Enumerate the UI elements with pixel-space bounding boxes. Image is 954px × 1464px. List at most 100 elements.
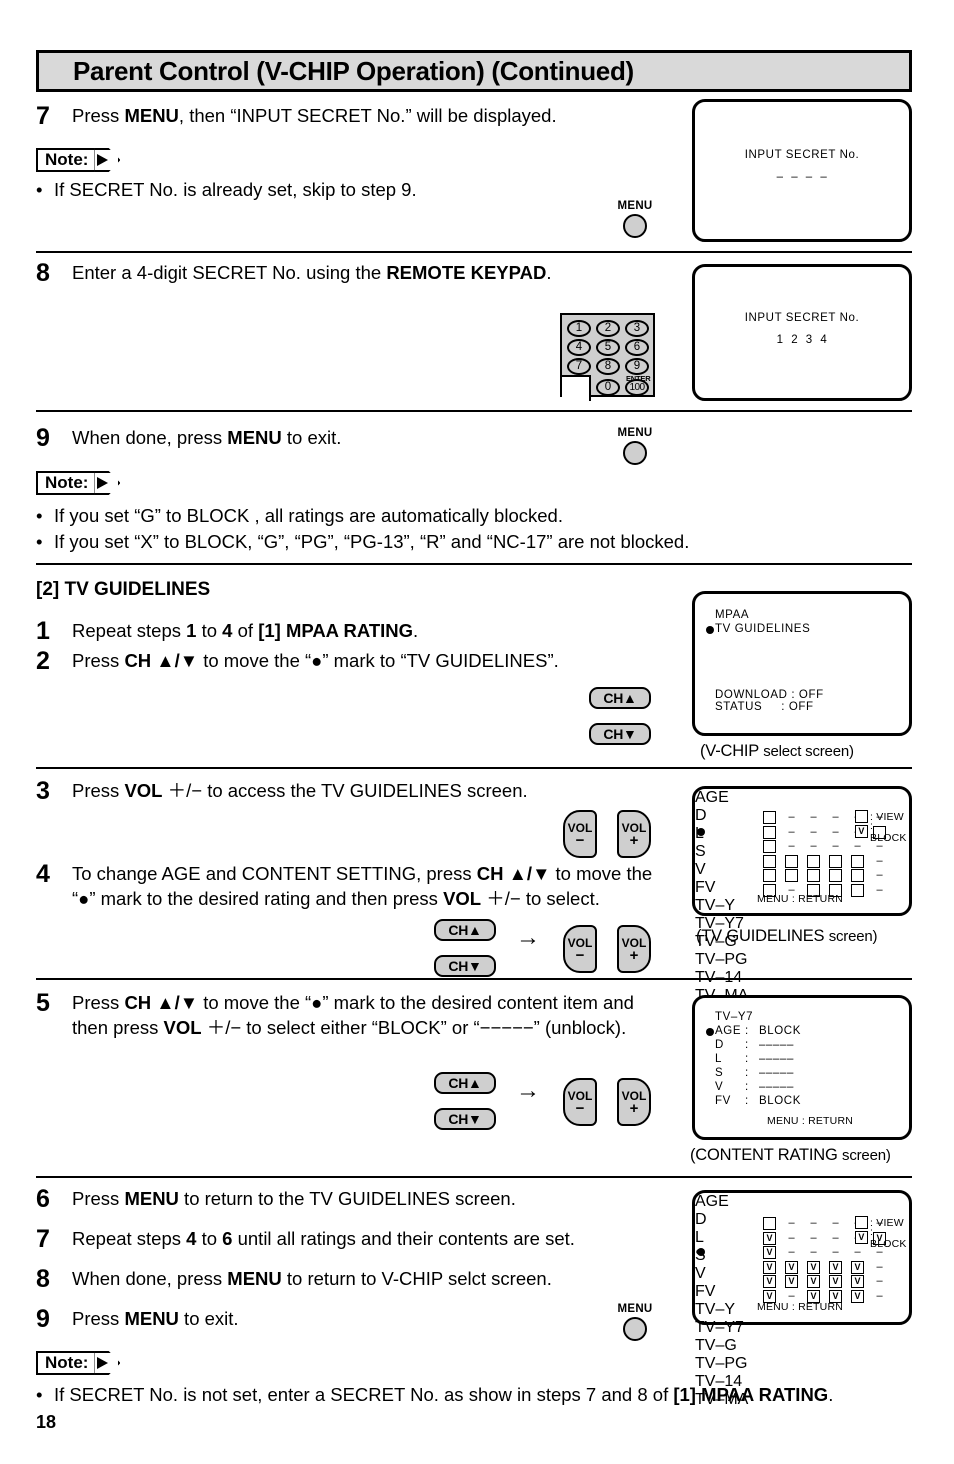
note-arrow-icon	[94, 148, 121, 172]
grid-cell-box[interactable]	[807, 854, 820, 868]
grid-cell-box[interactable]: V	[829, 1260, 842, 1274]
grid-cell-box[interactable]: V	[807, 1275, 820, 1288]
grid-cell-dash[interactable]: –	[785, 1246, 798, 1259]
grid-cell-box[interactable]	[851, 854, 864, 868]
grid-cell-dash[interactable]: –	[829, 826, 842, 839]
grid-cell-box[interactable]	[763, 840, 776, 853]
content-item-value: –––––	[759, 1053, 794, 1065]
selection-dot-icon	[706, 1028, 714, 1036]
grid-cell-box[interactable]: V	[763, 1246, 776, 1259]
menu-button-circle-icon	[623, 1317, 647, 1341]
arrow-right-icon-1: →	[516, 924, 540, 951]
grid-cell-dash[interactable]: –	[807, 811, 820, 824]
vol-plus-button-1[interactable]: VOL +	[617, 810, 651, 858]
grid-cell-dash[interactable]: –	[807, 826, 820, 839]
grid-cell-dash[interactable]: –	[829, 1232, 842, 1245]
keypad-key-4[interactable]: 4	[567, 339, 591, 356]
grid-legend: : VIEW V: BLOCK	[855, 809, 909, 844]
keypad-key-9[interactable]: 9	[625, 358, 649, 375]
step-text: Repeat steps 1 to 4 of [1] MPAA RATING.	[72, 620, 419, 641]
osd-menu-return: MENU : RETURN	[757, 893, 844, 905]
grid-cell-box[interactable]: V	[763, 1231, 776, 1245]
grid-cell-box[interactable]: V	[763, 1275, 776, 1288]
grid-cell-box[interactable]	[785, 869, 798, 882]
remote-keypad[interactable]: 1 2 3 4 5 6 7 8 9 ENTER 0 100	[560, 313, 655, 401]
grid-cell-dash[interactable]: –	[807, 1232, 820, 1245]
keypad-key-7[interactable]: 7	[567, 358, 591, 375]
divider	[36, 1176, 912, 1178]
grid-cell-dash[interactable]: –	[851, 1246, 864, 1259]
grid-cell-dash[interactable]: –	[873, 1290, 886, 1303]
grid-cell-dash[interactable]: –	[785, 840, 798, 853]
ch-up-button-2[interactable]: CH▲	[434, 919, 496, 941]
grid-cell-box[interactable]	[851, 883, 864, 897]
grid-cell-box[interactable]: V	[785, 1260, 798, 1274]
keypad-key-2[interactable]: 2	[596, 320, 620, 337]
vol-plus-button-3[interactable]: VOL +	[617, 1078, 651, 1126]
grid-cell-box[interactable]	[785, 854, 798, 868]
grid-cell-dash[interactable]: –	[873, 1275, 886, 1288]
grid-cell-box[interactable]	[829, 869, 842, 882]
grid-cell-dash[interactable]: –	[873, 1261, 886, 1274]
grid-cell-box[interactable]: V	[851, 1275, 864, 1288]
grid-cell-box[interactable]: V	[851, 1260, 864, 1274]
divider	[36, 978, 912, 980]
grid-cell-dash[interactable]: –	[829, 1217, 842, 1230]
grid-cell-dash[interactable]: –	[829, 840, 842, 853]
keypad-key-5[interactable]: 5	[596, 339, 620, 356]
grid-cell-box[interactable]: V	[785, 1275, 798, 1288]
menu-button-1[interactable]: MENU	[605, 200, 665, 238]
grid-cell-box[interactable]	[763, 825, 776, 839]
grid-row-label: TV–PG	[695, 951, 748, 968]
grid-cell-dash[interactable]: –	[873, 884, 886, 897]
content-item-separator: :	[745, 1067, 749, 1079]
grid-cell-box[interactable]: V	[851, 1289, 864, 1303]
grid-cell-dash[interactable]: –	[829, 811, 842, 824]
keypad-key-100-enter[interactable]: 100	[625, 379, 649, 396]
grid-cell-box[interactable]: V	[829, 1275, 842, 1288]
grid-cell-dash[interactable]: –	[873, 855, 886, 868]
vol-minus-button-1[interactable]: VOL −	[563, 810, 597, 858]
content-item-separator: :	[745, 1025, 749, 1037]
menu-button-2[interactable]: MENU	[605, 427, 665, 465]
grid-cell-box[interactable]	[763, 1217, 776, 1230]
grid-cell-dash[interactable]: –	[785, 1232, 798, 1245]
bullet-text: If SECRET No. is not set, enter a SECRET…	[54, 1384, 834, 1405]
grid-cell-box[interactable]: V	[807, 1260, 820, 1274]
grid-cell-dash[interactable]: –	[807, 1217, 820, 1230]
ch-up-button-1[interactable]: CH▲	[589, 687, 651, 709]
grid-cell-dash[interactable]: –	[829, 1246, 842, 1259]
menu-button-3[interactable]: MENU	[605, 1303, 665, 1341]
keypad-key-8[interactable]: 8	[596, 358, 620, 375]
keypad-key-0[interactable]: 0	[596, 379, 620, 396]
ch-down-button-2[interactable]: CH▼	[434, 955, 496, 977]
ch-down-button-3[interactable]: CH▼	[434, 1108, 496, 1130]
grid-cell-box[interactable]	[763, 854, 776, 868]
grid-cell-box[interactable]: V	[763, 1260, 776, 1274]
vol-minus-button-2[interactable]: VOL −	[563, 925, 597, 973]
arrow-right-icon-2: →	[516, 1077, 540, 1104]
grid-cell-dash[interactable]: –	[851, 840, 864, 853]
vol-plus-button-2[interactable]: VOL +	[617, 925, 651, 973]
vol-minus-button-3[interactable]: VOL −	[563, 1078, 597, 1126]
grid-cell-dash[interactable]: –	[873, 869, 886, 882]
legend-block: V: BLOCK	[855, 820, 909, 844]
grid-cell-box[interactable]	[807, 869, 820, 882]
step-number: 7	[36, 102, 50, 130]
grid-cell-box[interactable]	[829, 854, 842, 868]
grid-cell-box[interactable]	[851, 869, 864, 882]
step-2-tv: 2 Press CH ▲/▼ to move the “●” mark to “…	[36, 648, 676, 675]
keypad-key-3[interactable]: 3	[625, 320, 649, 337]
grid-cell-dash[interactable]: –	[807, 840, 820, 853]
grid-cell-dash[interactable]: –	[807, 1246, 820, 1259]
grid-cell-dash[interactable]: –	[785, 1217, 798, 1230]
keypad-key-1[interactable]: 1	[567, 320, 591, 337]
ch-up-button-3[interactable]: CH▲	[434, 1072, 496, 1094]
step-text: Press MENU to exit.	[72, 1308, 239, 1329]
keypad-key-6[interactable]: 6	[625, 339, 649, 356]
grid-cell-box[interactable]	[763, 869, 776, 882]
grid-cell-dash[interactable]: –	[785, 826, 798, 839]
grid-cell-box[interactable]	[763, 811, 776, 824]
ch-down-button-1[interactable]: CH▼	[589, 723, 651, 745]
grid-cell-dash[interactable]: –	[785, 811, 798, 824]
